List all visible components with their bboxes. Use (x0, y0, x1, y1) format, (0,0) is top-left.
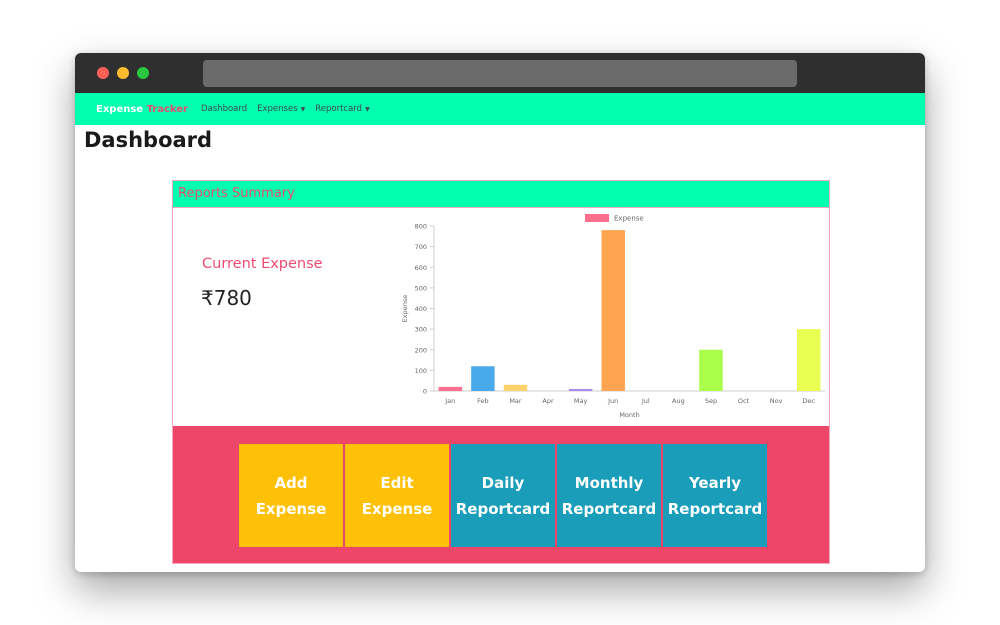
card-header-title: Reports Summary (178, 186, 295, 201)
monthly-reportcard-line1: Monthly (574, 473, 644, 492)
x-tick-label: Dec (802, 397, 815, 405)
bar-jan (438, 386, 463, 391)
x-tick-label: Jul (641, 397, 650, 405)
y-tick-label: 200 (415, 346, 427, 354)
nav-expenses-dropdown[interactable]: Expenses ▼ (257, 104, 305, 114)
y-tick-label: 300 (415, 326, 427, 334)
current-expense-value: ₹780 (201, 286, 252, 310)
daily-reportcard-line2: Reportcard (455, 499, 551, 518)
y-tick-label: 100 (415, 367, 427, 375)
reports-summary-card: Reports Summary Current Expense ₹780 0 10… (172, 180, 830, 564)
current-expense-label: Current Expense (202, 256, 323, 272)
x-tick-label: Sep (705, 397, 717, 405)
caret-down-icon: ▼ (365, 106, 370, 113)
action-panel: Add Expense Edit Expense Daily Reportcar… (173, 426, 829, 563)
x-tick-label: Jun (607, 397, 618, 405)
card-header: Reports Summary (173, 181, 829, 208)
nav-expenses-label: Expenses (257, 104, 298, 114)
add-expense-line2: Expense (255, 499, 327, 518)
x-tick-label: Nov (770, 397, 783, 405)
maximize-window-icon[interactable] (137, 67, 149, 79)
brand-first: Expense (96, 103, 144, 115)
close-window-icon[interactable] (97, 67, 109, 79)
brand-logo[interactable]: Expense Tracker (96, 104, 188, 115)
yearly-reportcard-line1: Yearly (688, 473, 742, 492)
monthly-expense-chart: 0 100 200 300 400 500 600 700 800 Jan Feb Mar Apr May… (401, 214, 825, 419)
bar-dec (796, 329, 821, 391)
bar-sep (699, 349, 723, 391)
daily-reportcard-button[interactable]: Daily Reportcard (451, 444, 555, 547)
add-expense-line1: Add (274, 473, 308, 492)
edit-expense-line1: Edit (380, 473, 414, 492)
bar-mar (503, 384, 528, 391)
legend-swatch (585, 214, 609, 222)
y-axis-label: Expense (401, 295, 409, 323)
legend-label: Expense (614, 215, 644, 223)
browser-window: Expense Tracker Dashboard Expenses ▼ Repo… (75, 53, 925, 572)
x-axis-label: Month (619, 411, 639, 419)
y-tick-label: 400 (415, 305, 427, 313)
x-tick-label: Mar (509, 397, 522, 405)
add-expense-button[interactable]: Add Expense (239, 444, 343, 547)
x-tick-label: Aug (672, 397, 685, 405)
y-tick-label: 500 (415, 284, 427, 292)
navbar: Expense Tracker Dashboard Expenses ▼ Repo… (75, 93, 925, 125)
y-tick-label: 800 (415, 223, 427, 231)
bar-may (568, 388, 593, 391)
bar-feb (471, 366, 495, 391)
page-title: Dashboard (84, 128, 213, 152)
browser-titlebar (75, 53, 925, 93)
daily-reportcard-line1: Daily (481, 473, 525, 492)
x-tick-label: Jan (444, 397, 455, 405)
x-tick-label: Apr (542, 397, 554, 405)
nav-reportcard-dropdown[interactable]: Reportcard ▼ (315, 104, 369, 114)
y-tick-label: 0 (423, 388, 427, 396)
address-bar[interactable] (203, 60, 797, 87)
y-tick-label: 700 (415, 243, 427, 251)
nav-dashboard[interactable]: Dashboard (201, 104, 247, 114)
brand-second: Tracker (146, 103, 188, 115)
nav-dashboard-label: Dashboard (201, 104, 248, 114)
y-tick-label: 600 (415, 264, 427, 272)
yearly-reportcard-button[interactable]: Yearly Reportcard (663, 444, 767, 547)
x-tick-label: Feb (477, 397, 489, 405)
monthly-reportcard-button[interactable]: Monthly Reportcard (557, 444, 661, 547)
monthly-reportcard-line2: Reportcard (561, 499, 657, 518)
x-tick-label: May (574, 397, 588, 405)
x-tick-label: Oct (738, 397, 750, 405)
edit-expense-line2: Expense (361, 499, 433, 518)
edit-expense-button[interactable]: Edit Expense (345, 444, 449, 547)
minimize-window-icon[interactable] (117, 67, 129, 79)
caret-down-icon: ▼ (300, 106, 306, 113)
nav-reportcard-label: Reportcard (315, 104, 363, 114)
bar-jun (601, 230, 625, 391)
yearly-reportcard-line2: Reportcard (667, 499, 763, 518)
